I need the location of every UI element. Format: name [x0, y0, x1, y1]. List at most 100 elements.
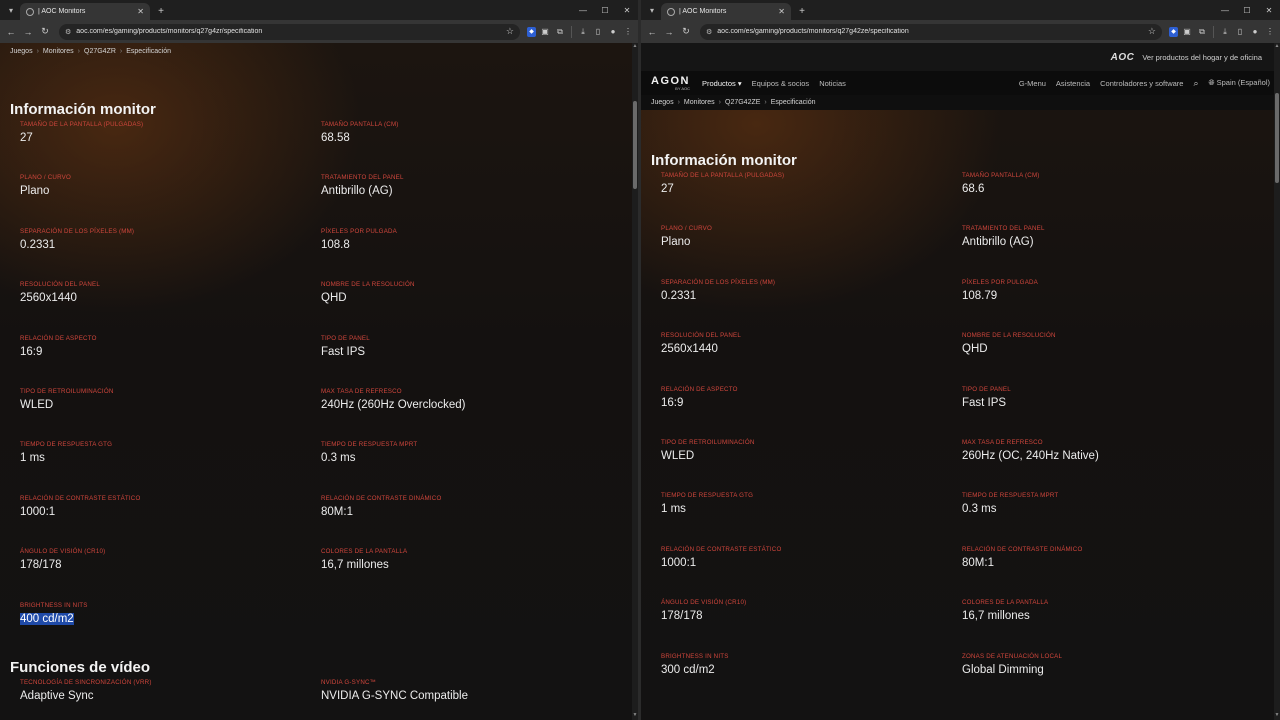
star-icon[interactable]: ☆ [1148, 26, 1156, 37]
download-icon[interactable]: ⤓ [1219, 26, 1231, 38]
kebab-menu-icon[interactable]: ⋮ [622, 26, 634, 38]
spec-label: Nombre de la resolución [321, 281, 415, 289]
spec-value: 16:9 [661, 396, 684, 409]
breadcrumb-item[interactable]: Juegos [10, 48, 33, 55]
reload-icon[interactable]: ↻ [679, 25, 693, 39]
arrow-right-icon[interactable]: → [662, 25, 676, 39]
window-controls: — ☐ ✕ [1214, 0, 1280, 20]
extension-icon[interactable]: ▣ [539, 26, 551, 38]
breadcrumb-item[interactable]: Monitores [684, 99, 715, 106]
spec-item: Tecnología de sincronización (VRR) Adapti… [20, 679, 321, 720]
spec-label: Relación de aspecto [20, 334, 97, 342]
plus-icon[interactable]: + [154, 4, 168, 18]
spec-label: Tiempo de respuesta GtG [20, 441, 113, 449]
nav-equipos[interactable]: Equipos & socios [752, 79, 810, 88]
breadcrumb: Juegos › Monitores › Q27G42ZE › Especifi… [641, 95, 1280, 110]
plus-icon[interactable]: + [795, 4, 809, 18]
shield-extension-icon[interactable]: ◆ [527, 26, 536, 37]
close-icon[interactable]: ✕ [778, 7, 785, 16]
scroll-thumb[interactable] [1275, 93, 1279, 183]
spec-item: Tipo de retroiluminación WLED [20, 388, 321, 441]
maximize-icon[interactable]: ☐ [594, 0, 616, 20]
nav-asistencia[interactable]: Asistencia [1056, 79, 1090, 88]
maximize-icon[interactable]: ☐ [1236, 0, 1258, 20]
breadcrumb-item[interactable]: Juegos [651, 99, 674, 106]
breadcrumb-item[interactable]: Q27G42ZE [725, 99, 760, 106]
chevron-down-icon[interactable]: ▾ [645, 3, 659, 17]
spec-item: Tamaño de la pantalla (pulgadas) 27 [20, 121, 321, 174]
sidepanel-icon[interactable]: ▯ [592, 26, 604, 38]
browser-toolbar: ← → ↻ ⚙ aoc.com/es/gaming/products/monit… [641, 20, 1280, 43]
spec-value: 68.6 [962, 183, 985, 195]
extension-icon[interactable]: ▣ [1181, 26, 1193, 38]
spec-label: Max tasa de refresco [321, 387, 402, 395]
breadcrumb-item[interactable]: Monitores [43, 48, 74, 55]
browser-tab[interactable]: | AOC Monitors ✕ [20, 3, 150, 20]
spec-label: Colores de la pantalla [962, 599, 1049, 607]
scrollbar[interactable]: ▲ ▼ [1274, 43, 1280, 720]
spec-label: Nombre de la resolución [962, 332, 1056, 340]
spec-value: 108.79 [962, 289, 998, 302]
spec-value: 0.3 ms [962, 503, 997, 516]
spec-item: Tamaño pantalla (cm) 68.6 [962, 172, 1263, 225]
spec-value: QHD [321, 292, 347, 305]
nav-noticias[interactable]: Noticias [819, 79, 846, 88]
puzzle-icon[interactable]: ⧉ [554, 26, 566, 38]
shield-extension-icon[interactable]: ◆ [1169, 26, 1178, 37]
browser-window-right: ▾ | AOC Monitors ✕ + — ☐ ✕ ← → ↻ ⚙ aoc.c… [641, 0, 1280, 720]
spec-item: Brightness in nits 300 cd/m2 [661, 653, 962, 706]
spec-label: Brightness in nits [20, 601, 88, 609]
arrow-right-icon[interactable]: → [21, 25, 35, 39]
aoc-logo[interactable]: AOC [1111, 52, 1135, 63]
sidepanel-icon[interactable]: ▯ [1234, 26, 1246, 38]
close-window-icon[interactable]: ✕ [1258, 0, 1280, 20]
section-title: Información monitor [651, 152, 797, 169]
avatar-icon[interactable]: ● [1249, 26, 1261, 38]
minimize-icon[interactable]: — [572, 0, 594, 20]
minimize-icon[interactable]: — [1214, 0, 1236, 20]
spec-item: Ángulo de visión (CR10) 178/178 [661, 599, 962, 652]
utility-bar: AOC Ver productos del hogar y de oficina [641, 43, 1280, 71]
selected-text[interactable]: 400 cd/m2 [20, 612, 74, 625]
browser-tab[interactable]: | AOC Monitors ✕ [661, 3, 791, 20]
scroll-down-icon[interactable]: ▼ [1274, 712, 1280, 720]
tune-icon[interactable]: ⚙ [706, 28, 712, 36]
breadcrumb-item[interactable]: Especificación [126, 48, 171, 55]
avatar-icon[interactable]: ● [607, 26, 619, 38]
chevron-down-icon[interactable]: ▾ [4, 3, 18, 17]
close-window-icon[interactable]: ✕ [616, 0, 638, 20]
spec-value: 1 ms [20, 452, 45, 465]
scroll-thumb[interactable] [633, 101, 637, 189]
puzzle-icon[interactable]: ⧉ [1196, 26, 1208, 38]
arrow-left-icon[interactable]: ← [645, 25, 659, 39]
address-bar[interactable]: ⚙ aoc.com/es/gaming/products/monitors/q2… [59, 23, 520, 40]
region-selector[interactable]: 🌐︎ Spain (Español) [1209, 78, 1270, 88]
kebab-menu-icon[interactable]: ⋮ [1264, 26, 1276, 38]
tab-title: | AOC Monitors [38, 8, 86, 15]
spec-value: 0.3 ms [321, 452, 356, 465]
breadcrumb-item[interactable]: Q27G4ZR [84, 48, 116, 55]
spec-value: 16,7 millones [321, 559, 389, 572]
spec-value: 2560x1440 [661, 343, 718, 356]
home-office-link[interactable]: Ver productos del hogar y de oficina [1142, 53, 1262, 62]
spec-label: Tiempo de respuesta MPRT [321, 441, 418, 449]
download-icon[interactable]: ⤓ [577, 26, 589, 38]
toolbar-separator [1213, 25, 1214, 38]
close-icon[interactable]: ✕ [137, 7, 144, 16]
spec-label: Colores de la pantalla [321, 548, 408, 556]
agon-logo[interactable]: AGON BY AOC [651, 75, 690, 91]
scroll-up-icon[interactable]: ▲ [1274, 43, 1280, 51]
arrow-left-icon[interactable]: ← [4, 25, 18, 39]
reload-icon[interactable]: ↻ [38, 25, 52, 39]
search-icon[interactable]: ⌕ [1193, 78, 1198, 89]
region-label: Spain (Español) [1216, 78, 1270, 87]
breadcrumb-item[interactable]: Especificación [771, 99, 816, 106]
nav-controladores[interactable]: Controladores y software [1100, 79, 1183, 88]
nav-gmenu[interactable]: G-Menu [1019, 79, 1046, 88]
spec-item: Tamaño pantalla (cm) 68.58 [321, 121, 622, 174]
nav-productos[interactable]: Productos ▾ [702, 79, 742, 88]
tune-icon[interactable]: ⚙ [65, 28, 71, 36]
spec-item: Relación de contraste dinámico 80M:1 [321, 495, 622, 548]
address-bar[interactable]: ⚙ aoc.com/es/gaming/products/monitors/q2… [700, 23, 1162, 40]
star-icon[interactable]: ☆ [506, 26, 514, 37]
